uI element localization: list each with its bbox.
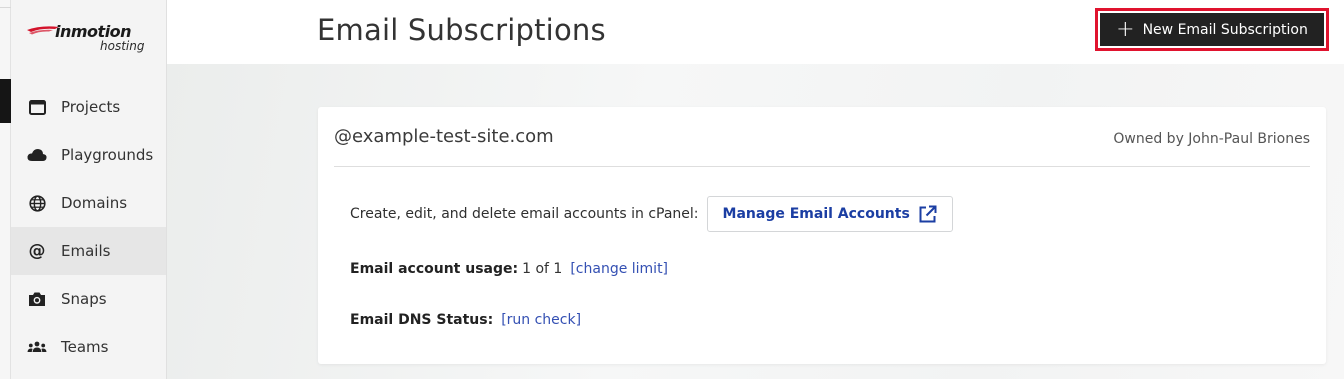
sidebar-item-teams[interactable]: Teams: [11, 323, 166, 371]
page-title: Email Subscriptions: [317, 13, 606, 47]
sidebar-item-snaps[interactable]: Snaps: [11, 275, 166, 323]
sidebar-item-domains[interactable]: Domains: [11, 179, 166, 227]
logo-sub: hosting: [100, 39, 145, 53]
subscription-card: @example-test-site.com Owned by John-Pau…: [318, 107, 1326, 364]
usage-row: Email account usage: 1 of 1 [change limi…: [350, 261, 668, 277]
window-icon: [27, 97, 47, 117]
browser-edge: [0, 0, 11, 379]
highlight-outline: + New Email Subscription: [1095, 8, 1329, 51]
cloud-icon: [27, 145, 47, 165]
camera-icon: [27, 289, 47, 309]
sidebar-item-label: Snaps: [61, 290, 107, 308]
sidebar-nav: Projects Playgrounds Domains @ Emails Sn…: [11, 83, 166, 371]
people-icon: [27, 337, 47, 357]
plus-icon: +: [1116, 16, 1135, 42]
cpanel-text: Create, edit, and delete email accounts …: [350, 206, 699, 222]
dns-label: Email DNS Status:: [350, 312, 494, 328]
sidebar-item-label: Projects: [61, 98, 121, 116]
logo[interactable]: inmotion hosting: [27, 22, 157, 58]
new-email-subscription-button[interactable]: + New Email Subscription: [1100, 13, 1324, 46]
change-limit-link[interactable]: [change limit]: [570, 261, 668, 277]
sidebar-item-label: Teams: [61, 338, 109, 356]
sidebar-item-label: Emails: [61, 242, 111, 260]
sidebar: inmotion hosting Projects Playgrounds Do…: [11, 0, 167, 379]
run-check-link[interactable]: [run check]: [501, 312, 581, 328]
sidebar-item-playgrounds[interactable]: Playgrounds: [11, 131, 166, 179]
sidebar-item-label: Playgrounds: [61, 146, 154, 164]
external-link-icon: [918, 205, 937, 224]
sidebar-item-emails[interactable]: @ Emails: [11, 227, 166, 275]
globe-icon: [27, 193, 47, 213]
cpanel-row: Create, edit, and delete email accounts …: [350, 196, 953, 232]
owner-text: Owned by John-Paul Briones: [1113, 131, 1310, 147]
edge-mark-dark: [0, 79, 11, 123]
usage-value: 1 of 1: [522, 261, 563, 277]
sidebar-item-label: Domains: [61, 194, 128, 212]
edge-mark: [0, 0, 11, 8]
dns-row: Email DNS Status: [run check]: [350, 312, 581, 328]
manage-email-accounts-label: Manage Email Accounts: [722, 206, 910, 222]
usage-label: Email account usage:: [350, 261, 519, 277]
domain-name: @example-test-site.com: [334, 126, 554, 147]
sidebar-item-projects[interactable]: Projects: [11, 83, 166, 131]
card-header: @example-test-site.com Owned by John-Pau…: [334, 107, 1310, 167]
at-icon: @: [28, 241, 46, 261]
new-email-subscription-label: New Email Subscription: [1142, 21, 1308, 38]
manage-email-accounts-button[interactable]: Manage Email Accounts: [706, 196, 953, 232]
